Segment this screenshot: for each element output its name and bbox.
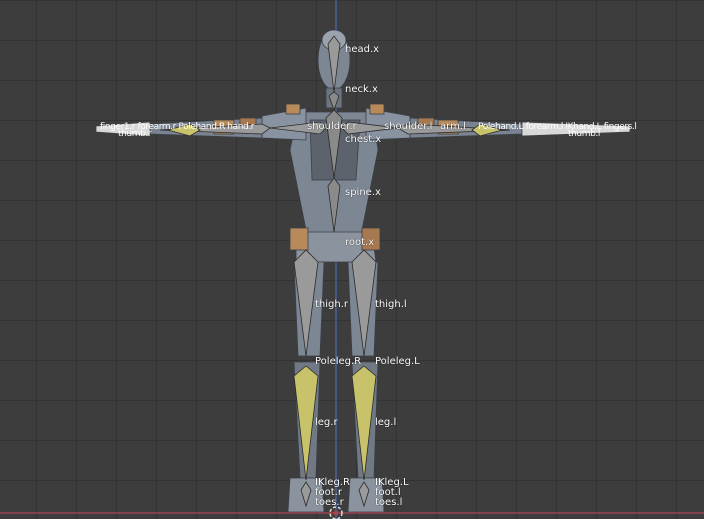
bone-label-leg-r: leg.r	[315, 417, 338, 428]
bone-label-thigh-r: thigh.r	[315, 299, 349, 310]
bone-label-spine: spine.x	[345, 187, 381, 198]
bone-label-cluster-left-hand: Polehand.L forearm.l IKhand.L fingers.l	[478, 122, 637, 132]
bone-label-poleleg-r: Poleleg.R	[315, 356, 362, 367]
bone-label-shoulder-l: shoulder.l	[384, 121, 433, 132]
armature-bones	[159, 35, 511, 508]
bone-label-root: root.x	[345, 237, 375, 248]
bone-label-thigh-l: thigh.l	[375, 299, 407, 310]
bone-label-toes-l: toes.l	[375, 497, 403, 508]
bone-label-shoulder-r: shoulder.r	[307, 121, 357, 132]
bone-label-thumb-r: thumb.r	[118, 129, 152, 139]
3d-viewport[interactable]: head.x neck.x shoulder.r shoulder.l arm.…	[0, 0, 704, 519]
bone-label-neck: neck.x	[345, 84, 378, 95]
bone-label-leg-l: leg.l	[375, 417, 397, 428]
bone-label-poleleg-l: Poleleg.L	[375, 356, 420, 367]
bone-label-head: head.x	[345, 44, 380, 55]
armature-drawing	[0, 0, 704, 519]
bone-label-thumb-l: thumb.l	[568, 129, 600, 139]
bone-label-toes-r: toes.r	[315, 497, 344, 508]
bone-label-arm-l: arm.l	[440, 121, 466, 132]
bone-label-chest: chest.x	[345, 134, 382, 145]
